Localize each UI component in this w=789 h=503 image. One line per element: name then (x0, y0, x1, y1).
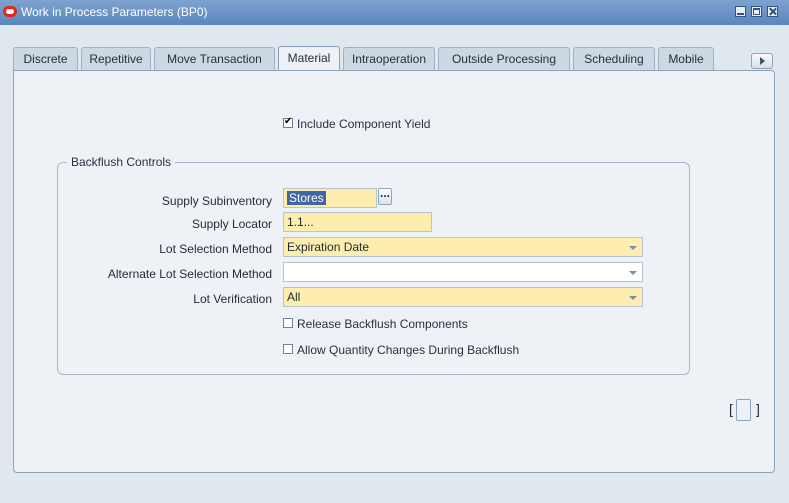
backflush-controls-title: Backflush Controls (67, 155, 176, 169)
chevron-down-icon (629, 296, 637, 300)
tab-scroll-right-button[interactable] (751, 53, 773, 69)
alternate-lot-selection-method-label: Alternate Lot Selection Method (107, 267, 272, 281)
window-title: Work in Process Parameters (BP0) (21, 5, 208, 19)
tab-repetitive[interactable]: Repetitive (81, 47, 151, 71)
chevron-down-icon (629, 271, 637, 275)
tab-outside-processing[interactable]: Outside Processing (438, 47, 570, 71)
chevron-down-icon (629, 246, 637, 250)
list-of-values-button[interactable]: ... (378, 187, 392, 205)
tab-move-transaction[interactable]: Move Transaction (154, 47, 275, 71)
include-component-yield-label: Include Component Yield (297, 117, 431, 131)
tab-discrete[interactable]: Discrete (13, 47, 78, 71)
maximize-icon[interactable] (751, 6, 762, 17)
flexfield-open-bracket: [ (729, 401, 733, 417)
release-backflush-components-label: Release Backflush Components (297, 317, 468, 331)
supply-locator-field[interactable]: 1.1... (283, 212, 432, 232)
tab-scheduling[interactable]: Scheduling (573, 47, 655, 71)
allow-quantity-changes-label: Allow Quantity Changes During Backflush (297, 343, 520, 357)
descriptive-flexfield-field[interactable] (736, 399, 751, 421)
lot-selection-method-label: Lot Selection Method (159, 242, 272, 256)
lot-verification-label: Lot Verification (193, 292, 272, 306)
allow-quantity-changes-checkbox[interactable] (283, 344, 293, 354)
supply-locator-label: Supply Locator (191, 217, 272, 231)
lot-verification-select[interactable]: All (283, 287, 643, 307)
oracle-logo-icon (3, 6, 17, 17)
tab-mobile[interactable]: Mobile (658, 47, 714, 71)
tab-material[interactable]: Material (278, 46, 340, 72)
minimize-icon[interactable] (735, 6, 746, 17)
release-backflush-components-checkbox[interactable] (283, 318, 293, 328)
flexfield-close-bracket: ] (756, 401, 760, 417)
window-title-bar: Work in Process Parameters (BP0) (0, 0, 789, 25)
alternate-lot-selection-method-select[interactable] (283, 262, 643, 282)
supply-subinventory-label: Supply Subinventory (161, 194, 272, 208)
lot-selection-method-select[interactable]: Expiration Date (283, 237, 643, 257)
close-icon[interactable] (767, 6, 778, 17)
include-component-yield-checkbox[interactable] (283, 116, 293, 128)
tab-intraoperation[interactable]: Intraoperation (343, 47, 435, 71)
supply-subinventory-field[interactable]: Stores (283, 188, 377, 208)
